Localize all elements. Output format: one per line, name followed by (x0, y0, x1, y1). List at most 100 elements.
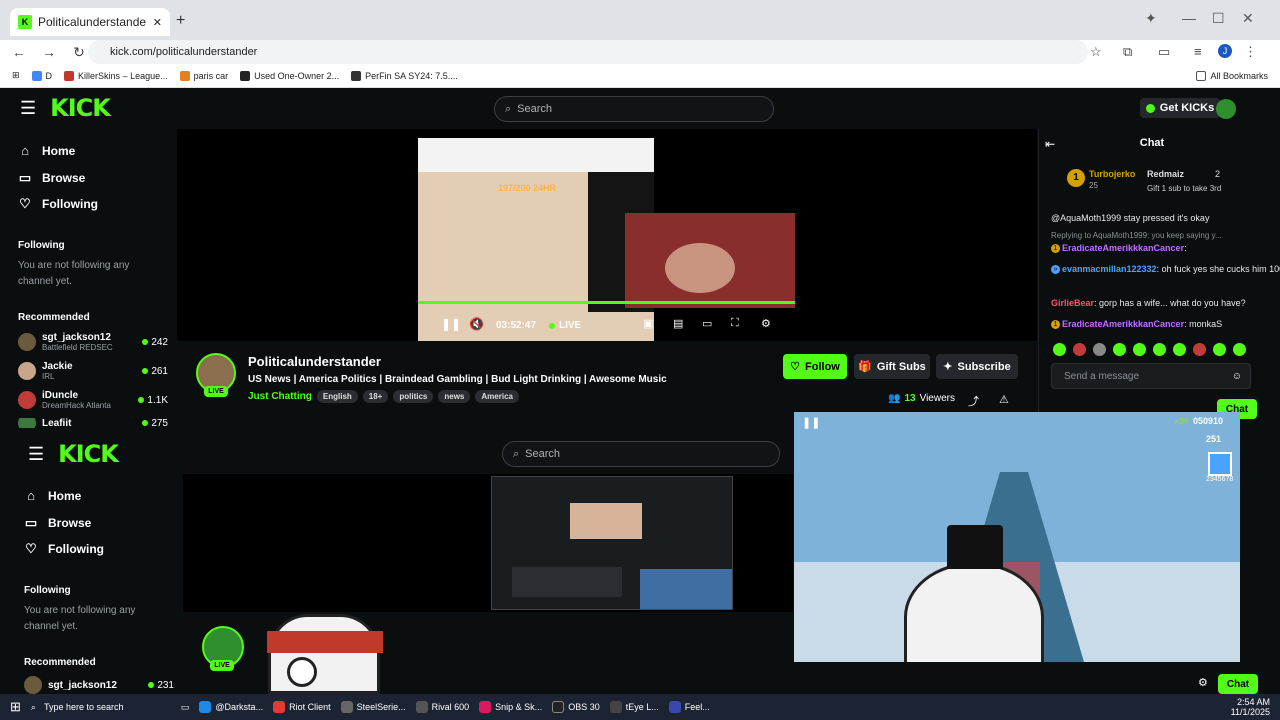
emote-icon[interactable] (1133, 343, 1146, 356)
settings-gear-icon[interactable]: ⚙ (1198, 676, 1208, 689)
nav-home[interactable]: ⌂ Home (18, 143, 75, 158)
apps-icon[interactable]: ⊞ (12, 70, 20, 81)
bookmark-item[interactable]: PerFin SA SY24: 7.5.... (351, 70, 458, 81)
emote-icon[interactable] (1153, 343, 1166, 356)
maximize-icon[interactable]: ☐ (1212, 10, 1225, 27)
share-icon[interactable]: ⤴ (968, 393, 979, 409)
forward-icon[interactable]: → (38, 44, 60, 60)
recommended-channel[interactable]: Leafiit 275 (18, 418, 168, 428)
taskbar-app[interactable]: SteelSerie... (340, 701, 406, 713)
pip-icon[interactable]: ▭ (702, 317, 712, 330)
category-link[interactable]: Just Chatting (248, 391, 312, 402)
window-close-icon[interactable]: ✕ (1242, 10, 1254, 27)
emote-icon[interactable] (1193, 343, 1206, 356)
extensions-icon[interactable]: ⧉ (1123, 44, 1132, 60)
hamburger-menu-icon[interactable]: ☰ (28, 444, 44, 465)
recommended-channel[interactable]: sgt_jackson12 Battlefield REDSEC 242 (18, 332, 168, 352)
nav-browse[interactable]: ▭ Browse (18, 170, 86, 186)
taskbar-app[interactable]: Rival 600 (415, 701, 469, 713)
gifter-name[interactable]: Redmaiz (1147, 169, 1184, 179)
taskbar-app[interactable]: OBS 30 (552, 701, 600, 713)
task-view-icon[interactable]: ▭ (181, 702, 190, 713)
fullscreen-icon[interactable]: ⛶ (731, 317, 739, 330)
taskbar-app[interactable]: @Darksta... (199, 701, 263, 713)
sparkle-icon[interactable]: ✦ (1145, 10, 1157, 27)
taskbar-search[interactable]: ⌕ Type here to search (31, 702, 171, 713)
emote-icon[interactable] (1233, 343, 1246, 356)
settings-gear-icon[interactable]: ⚙ (761, 317, 771, 330)
emote-icon[interactable] (1173, 343, 1186, 356)
close-icon[interactable]: ✕ (153, 16, 162, 29)
reload-icon[interactable]: ↻ (68, 44, 90, 61)
stream-time: 03:52:47 (496, 320, 537, 331)
pause-icon[interactable]: ❚❚ (441, 317, 461, 331)
bookmark-item[interactable]: D (31, 70, 52, 81)
search-input[interactable]: ⌕ Search (502, 441, 780, 467)
follow-button[interactable]: ♡ Follow (783, 354, 847, 379)
bookmark-item[interactable]: paris car (179, 70, 228, 81)
channel-name[interactable]: Politicalunderstander (248, 354, 381, 369)
taskbar-app[interactable]: Snip & Sk... (479, 701, 542, 713)
minimize-icon[interactable]: — (1182, 10, 1196, 26)
kick-logo[interactable]: KICK (58, 440, 119, 468)
kicks-icon (1145, 103, 1155, 113)
get-kicks-button[interactable]: Get KICKs (1140, 98, 1220, 118)
user-avatar[interactable] (1216, 99, 1236, 119)
game-score: x30 050910 (1174, 416, 1224, 426)
tag-chip[interactable]: politics (393, 390, 434, 403)
chat-input[interactable]: Send a message ☺ (1051, 363, 1251, 389)
search-input[interactable]: ⌕ Search (494, 96, 774, 122)
new-tab-icon[interactable]: + (176, 12, 185, 30)
tag-chip[interactable]: English (316, 390, 358, 403)
tag-chip[interactable]: America (475, 390, 519, 403)
kick-logo[interactable]: KICK (50, 94, 111, 122)
taskbar-app[interactable]: Riot Client (273, 701, 331, 713)
emote-bar (1053, 343, 1246, 356)
nav-following[interactable]: ♡ Following (18, 196, 98, 212)
url-input[interactable]: kick.com/politicalunderstander (88, 40, 1088, 64)
bookmark-item[interactable]: KillerSkins – League... (64, 70, 168, 81)
tag-chip[interactable]: 18+ (362, 390, 389, 403)
bookmark-item[interactable]: Used One-Owner 2... (240, 70, 339, 81)
viewers-icon: 👥 (888, 393, 901, 404)
taskbar-app[interactable]: tEye L... (609, 701, 659, 713)
nav-home[interactable]: ⌂ Home (24, 488, 81, 503)
media-icon[interactable]: ≡ (1194, 44, 1202, 59)
back-icon[interactable]: ← (8, 44, 30, 60)
report-icon[interactable]: ⚠ (999, 393, 1009, 406)
windows-start-icon[interactable]: ⊞ (10, 699, 21, 715)
emote-icon[interactable] (1113, 343, 1126, 356)
pause-icon[interactable]: ❚❚ (802, 416, 820, 429)
video-player-nested[interactable] (183, 474, 793, 612)
emote-icon[interactable] (1053, 343, 1066, 356)
gifter-name[interactable]: Turbojerko (1089, 169, 1135, 179)
gift-icon: 🎁 (858, 361, 872, 373)
subscribe-button[interactable]: ✦ Subscribe (936, 354, 1018, 379)
recommended-channel[interactable]: iDuncle DreamHack Atlanta 1.1K (18, 390, 168, 410)
system-clock[interactable]: 2:54 AM 11/1/2025 (1231, 697, 1270, 717)
emote-icon[interactable] (1213, 343, 1226, 356)
emote-icon[interactable] (1093, 343, 1106, 356)
menu-icon[interactable]: ⋮ (1244, 44, 1257, 60)
emote-icon[interactable] (1073, 343, 1086, 356)
player-avatar (1208, 452, 1232, 476)
clip-icon[interactable]: ▣ (643, 317, 653, 330)
bookmark-star-icon[interactable]: ☆ (1090, 44, 1102, 60)
nav-browse[interactable]: ▭ Browse (24, 515, 92, 531)
hamburger-menu-icon[interactable]: ☰ (20, 98, 36, 119)
volume-mute-icon[interactable]: 🔇 (469, 317, 484, 331)
chat-send-button[interactable]: Chat (1218, 674, 1258, 694)
gift-subs-button[interactable]: 🎁 Gift Subs (854, 354, 930, 379)
profile-avatar[interactable]: J (1218, 44, 1232, 58)
theater-icon[interactable]: ▤ (673, 317, 683, 330)
cast-icon[interactable]: ▭ (1158, 44, 1170, 60)
recommended-channel[interactable]: sgt_jackson12 231 (24, 676, 174, 694)
tag-chip[interactable]: news (438, 390, 471, 403)
all-bookmarks[interactable]: All Bookmarks (1196, 70, 1268, 81)
video-player[interactable]: 197/200 24HR ❚❚ 🔇 03:52:47 LIVE ▣ ▤ ▭ ⛶ … (177, 129, 1037, 341)
taskbar-app[interactable]: Feel... (668, 701, 710, 713)
nav-following[interactable]: ♡ Following (24, 541, 104, 557)
avatar (18, 418, 36, 428)
browser-tab[interactable]: K Politicalunderstander Stream - K ✕ (10, 8, 170, 36)
recommended-channel[interactable]: Jackie IRL 261 (18, 361, 168, 381)
